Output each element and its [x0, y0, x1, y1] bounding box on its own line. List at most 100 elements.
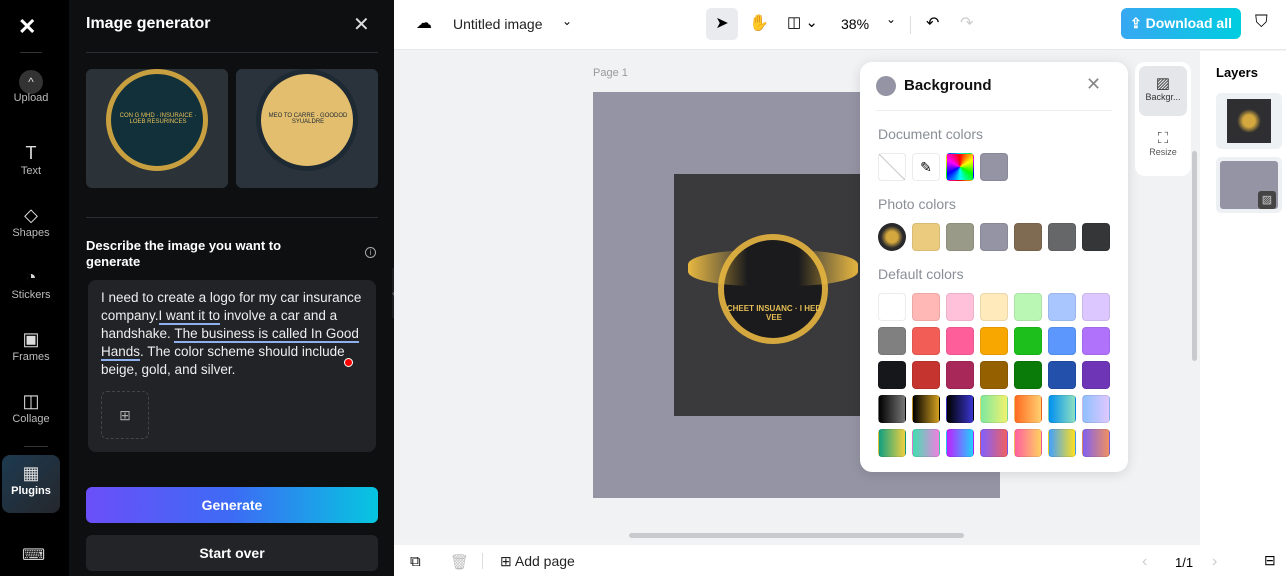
photo-thumbnail-swatch[interactable] [878, 223, 906, 251]
rail-plugins[interactable]: ▦ Plugins [2, 455, 60, 513]
background-title: Background [904, 77, 992, 94]
rail-upload[interactable]: ^ Upload [0, 70, 62, 104]
resize-icon: ⛶ [1157, 130, 1169, 147]
shield-icon[interactable]: ⛉ [1255, 12, 1268, 32]
default-color-swatch[interactable] [1082, 327, 1110, 355]
default-color-swatch[interactable] [912, 327, 940, 355]
photo-color-swatch[interactable] [980, 223, 1008, 251]
capcut-logo[interactable]: ✕ [18, 14, 36, 40]
default-color-swatch[interactable] [946, 327, 974, 355]
default-color-swatch[interactable] [980, 395, 1008, 423]
color-picker-swatch[interactable] [946, 153, 974, 181]
default-color-swatch[interactable] [878, 361, 906, 389]
layout-icon[interactable]: ◫ ⌄ [787, 13, 818, 31]
default-color-swatch[interactable] [1014, 429, 1042, 457]
background-panel: Background ✕ Document colors ✎ Photo col… [860, 62, 1128, 472]
default-color-swatch[interactable] [980, 327, 1008, 355]
default-color-swatch[interactable] [1048, 361, 1076, 389]
close-icon[interactable]: ✕ [353, 12, 370, 37]
rail-frames[interactable]: ▣ Frames [0, 329, 62, 363]
cloud-save-icon[interactable]: ☁ [416, 13, 432, 33]
default-color-swatch[interactable] [1082, 361, 1110, 389]
generate-button[interactable]: Generate [86, 487, 378, 523]
default-color-swatch[interactable] [946, 429, 974, 457]
default-color-swatch[interactable] [912, 361, 940, 389]
logo-text: CHEET INSUANC · I HED VEE [726, 304, 822, 322]
default-color-swatch[interactable] [878, 429, 906, 457]
keyboard-icon[interactable]: ⌨ [22, 545, 45, 565]
zoom-level[interactable]: 38% [841, 16, 869, 32]
rail-shapes[interactable]: ◇ Shapes [0, 205, 62, 239]
photo-color-swatch[interactable] [1014, 223, 1042, 251]
default-color-swatch[interactable] [912, 395, 940, 423]
photo-color-swatch[interactable] [912, 223, 940, 251]
add-page-button[interactable]: ⊞ Add page [500, 553, 575, 570]
shapes-icon: ◇ [24, 205, 38, 225]
generated-image-1[interactable]: CON G MHD · INSURAICE · LOEB RESURINCES [86, 69, 228, 188]
default-color-swatch[interactable] [912, 293, 940, 321]
default-color-swatch[interactable] [1048, 395, 1076, 423]
no-color-swatch[interactable] [878, 153, 906, 181]
default-color-swatch[interactable] [1082, 293, 1110, 321]
logo-image[interactable]: CHEET INSUANC · I HED VEE [674, 174, 862, 416]
add-image-button[interactable]: ⊞ [101, 391, 149, 439]
default-color-swatch[interactable] [946, 395, 974, 423]
select-tool-button[interactable]: ➤ [706, 8, 738, 40]
next-page-icon[interactable]: › [1212, 553, 1217, 571]
prompt-input[interactable]: I need to create a logo for my car insur… [88, 280, 376, 452]
start-over-button[interactable]: Start over [86, 535, 378, 571]
background-tool-button[interactable]: ▨ Backgr... [1139, 66, 1187, 116]
delete-page-icon[interactable]: 🗑 [450, 553, 469, 571]
horizontal-scrollbar[interactable] [629, 533, 964, 538]
layer-logo[interactable] [1216, 93, 1282, 149]
redo-icon[interactable]: ↷ [960, 13, 973, 33]
download-all-button[interactable]: ⇪ Download all [1121, 8, 1241, 39]
default-color-swatch[interactable] [1014, 293, 1042, 321]
default-color-swatch[interactable] [878, 293, 906, 321]
top-bar: ☁ Untitled image ⌄ ➤ ✋ ◫ ⌄ 38% ⌄ ↶ ↷ ⇪ D… [394, 0, 1286, 50]
undo-icon[interactable]: ↶ [926, 13, 939, 33]
info-icon[interactable]: i [365, 247, 376, 258]
default-color-swatch[interactable] [878, 327, 906, 355]
photo-color-swatch[interactable] [1082, 223, 1110, 251]
default-color-swatch[interactable] [1048, 429, 1076, 457]
default-color-swatch[interactable] [1082, 429, 1110, 457]
default-color-swatch[interactable] [1082, 395, 1110, 423]
prompt-text: I want it to [158, 308, 221, 325]
default-color-swatch[interactable] [980, 361, 1008, 389]
rail-text[interactable]: T Text [0, 143, 62, 177]
default-color-swatch[interactable] [1048, 293, 1076, 321]
default-color-swatch[interactable] [946, 361, 974, 389]
generated-image-2[interactable]: MEO TO CARRE · GOODOD SYUALDRE [236, 69, 378, 188]
default-color-swatch[interactable] [1048, 327, 1076, 355]
prev-page-icon[interactable]: ‹ [1142, 553, 1147, 571]
hand-tool-icon[interactable]: ✋ [749, 13, 769, 33]
close-icon[interactable]: ✕ [1086, 74, 1101, 95]
layer-background[interactable]: ▨ [1216, 157, 1282, 213]
rail-collage[interactable]: ◫ Collage [0, 391, 62, 425]
default-color-swatch[interactable] [912, 429, 940, 457]
default-color-swatch[interactable] [1014, 395, 1042, 423]
pages-panel-icon[interactable]: ⊟ [1264, 552, 1276, 569]
zoom-chevron-icon[interactable]: ⌄ [886, 12, 896, 26]
photo-color-swatch[interactable] [946, 223, 974, 251]
document-color-swatch[interactable] [980, 153, 1008, 181]
divider [482, 553, 483, 569]
side-tools: ▨ Backgr... ⛶ Resize [1135, 62, 1191, 176]
default-color-swatch[interactable] [980, 293, 1008, 321]
default-color-swatch[interactable] [1014, 361, 1042, 389]
chevron-down-icon[interactable]: ⌄ [562, 14, 572, 28]
default-colors-label: Default colors [878, 266, 964, 282]
default-color-swatch[interactable] [1014, 327, 1042, 355]
default-color-swatch[interactable] [878, 395, 906, 423]
default-color-swatch[interactable] [980, 429, 1008, 457]
duplicate-page-icon[interactable]: ⧉ [410, 553, 421, 570]
document-title[interactable]: Untitled image [453, 16, 543, 32]
resize-tool-button[interactable]: ⛶ Resize [1139, 124, 1187, 168]
default-color-swatch[interactable] [946, 293, 974, 321]
photo-color-swatch[interactable] [1048, 223, 1076, 251]
describe-label: Describe the image you want to generate [86, 238, 282, 269]
eyedropper-button[interactable]: ✎ [912, 153, 940, 181]
rail-stickers[interactable]: ◔ Stickers [0, 267, 62, 301]
vertical-scrollbar[interactable] [1192, 151, 1197, 361]
